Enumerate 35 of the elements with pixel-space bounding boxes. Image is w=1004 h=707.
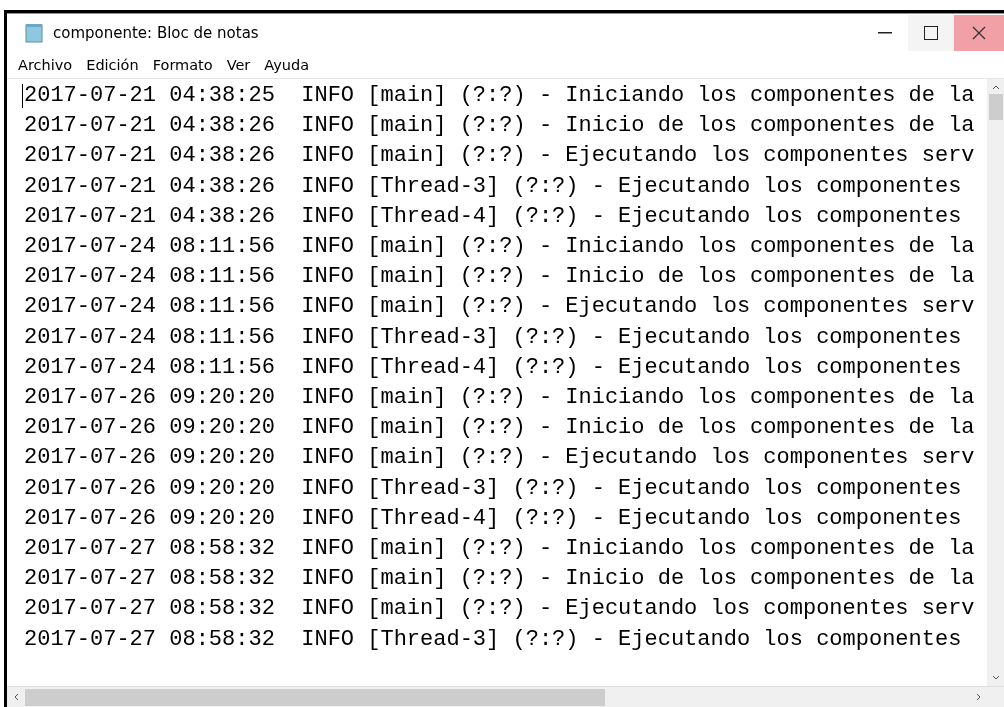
menu-item[interactable]: Ver (219, 57, 258, 73)
horizontal-scrollbar[interactable] (7, 686, 1004, 707)
scroll-thumb[interactable] (25, 688, 605, 706)
menu-item[interactable]: Edición (79, 57, 146, 73)
vertical-scrollbar[interactable] (987, 79, 1004, 686)
log-line: 2017-07-27 08:58:32 INFO [Thread-3] (?:?) - Ejecutando los componentes (24, 625, 963, 654)
minimize-icon (878, 32, 892, 34)
log-line: 2017-07-21 04:38:26 INFO [Thread-4] (?:?) - Ejecutando los componentes (24, 202, 963, 231)
log-line: 2017-07-26 09:20:20 INFO [main] (?:?) - Iniciando los componentes de la (24, 384, 976, 413)
log-line: 2017-07-26 09:20:20 INFO [Thread-4] (?:?) - Ejecutando los componentes (24, 504, 963, 533)
log-line: 2017-07-24 08:11:56 INFO [Thread-3] (?:?) - Ejecutando los componentes (24, 323, 963, 352)
log-line: 2017-07-24 08:11:56 INFO [main] (?:?) - Ejecutando los componentes serv (24, 293, 976, 322)
log-line: 2017-07-26 09:20:20 INFO [main] (?:?) - Ejecutando los componentes serv (24, 444, 976, 473)
menu-item[interactable]: Formato (145, 57, 220, 73)
log-line: 2017-07-21 04:38:26 INFO [Thread-3] (?:?) - Ejecutando los componentes (24, 172, 963, 201)
log-line: 2017-07-21 04:38:25 INFO [main] (?:?) - Iniciando los componentes de la (24, 82, 976, 110)
menu-item[interactable]: Archivo (11, 57, 80, 73)
log-line: 2017-07-24 08:11:56 INFO [main] (?:?) - Iniciando los componentes de la (24, 233, 976, 261)
log-line: 2017-07-26 09:20:20 INFO [main] (?:?) - Inicio de los componentes de la (24, 414, 976, 443)
log-line: 2017-07-27 08:58:32 INFO [main] (?:?) - Ejecutando los componentes serv (24, 595, 976, 624)
log-line: 2017-07-27 08:58:32 INFO [main] (?:?) - Iniciando los componentes de la (24, 535, 976, 564)
log-line: 2017-07-24 08:11:56 INFO [main] (?:?) - Inicio de los componentes de la (24, 263, 976, 292)
window-title: componente: Bloc de notas (53, 24, 260, 42)
log-line: 2017-07-21 04:38:26 INFO [main] (?:?) - Inicio de los componentes de la (24, 112, 976, 141)
notepad-icon (25, 23, 43, 43)
maximize-button[interactable] (908, 15, 954, 51)
menu-item[interactable]: Ayuda (257, 57, 317, 73)
log-line: 2017-07-26 09:20:20 INFO [Thread-3] (?:?) - Ejecutando los componentes (24, 474, 963, 503)
scroll-thumb[interactable] (988, 94, 1003, 120)
log-line: 2017-07-24 08:11:56 INFO [Thread-4] (?:?) - Ejecutando los componentes (24, 353, 963, 382)
log-line: 2017-07-21 04:38:26 INFO [main] (?:?) - Ejecutando los componentes serv (24, 142, 976, 171)
log-line: 2017-07-27 08:58:32 INFO [main] (?:?) - Inicio de los componentes de la (24, 565, 976, 594)
maximize-icon (924, 26, 938, 40)
text-cursor (22, 84, 23, 108)
close-icon (972, 26, 986, 40)
